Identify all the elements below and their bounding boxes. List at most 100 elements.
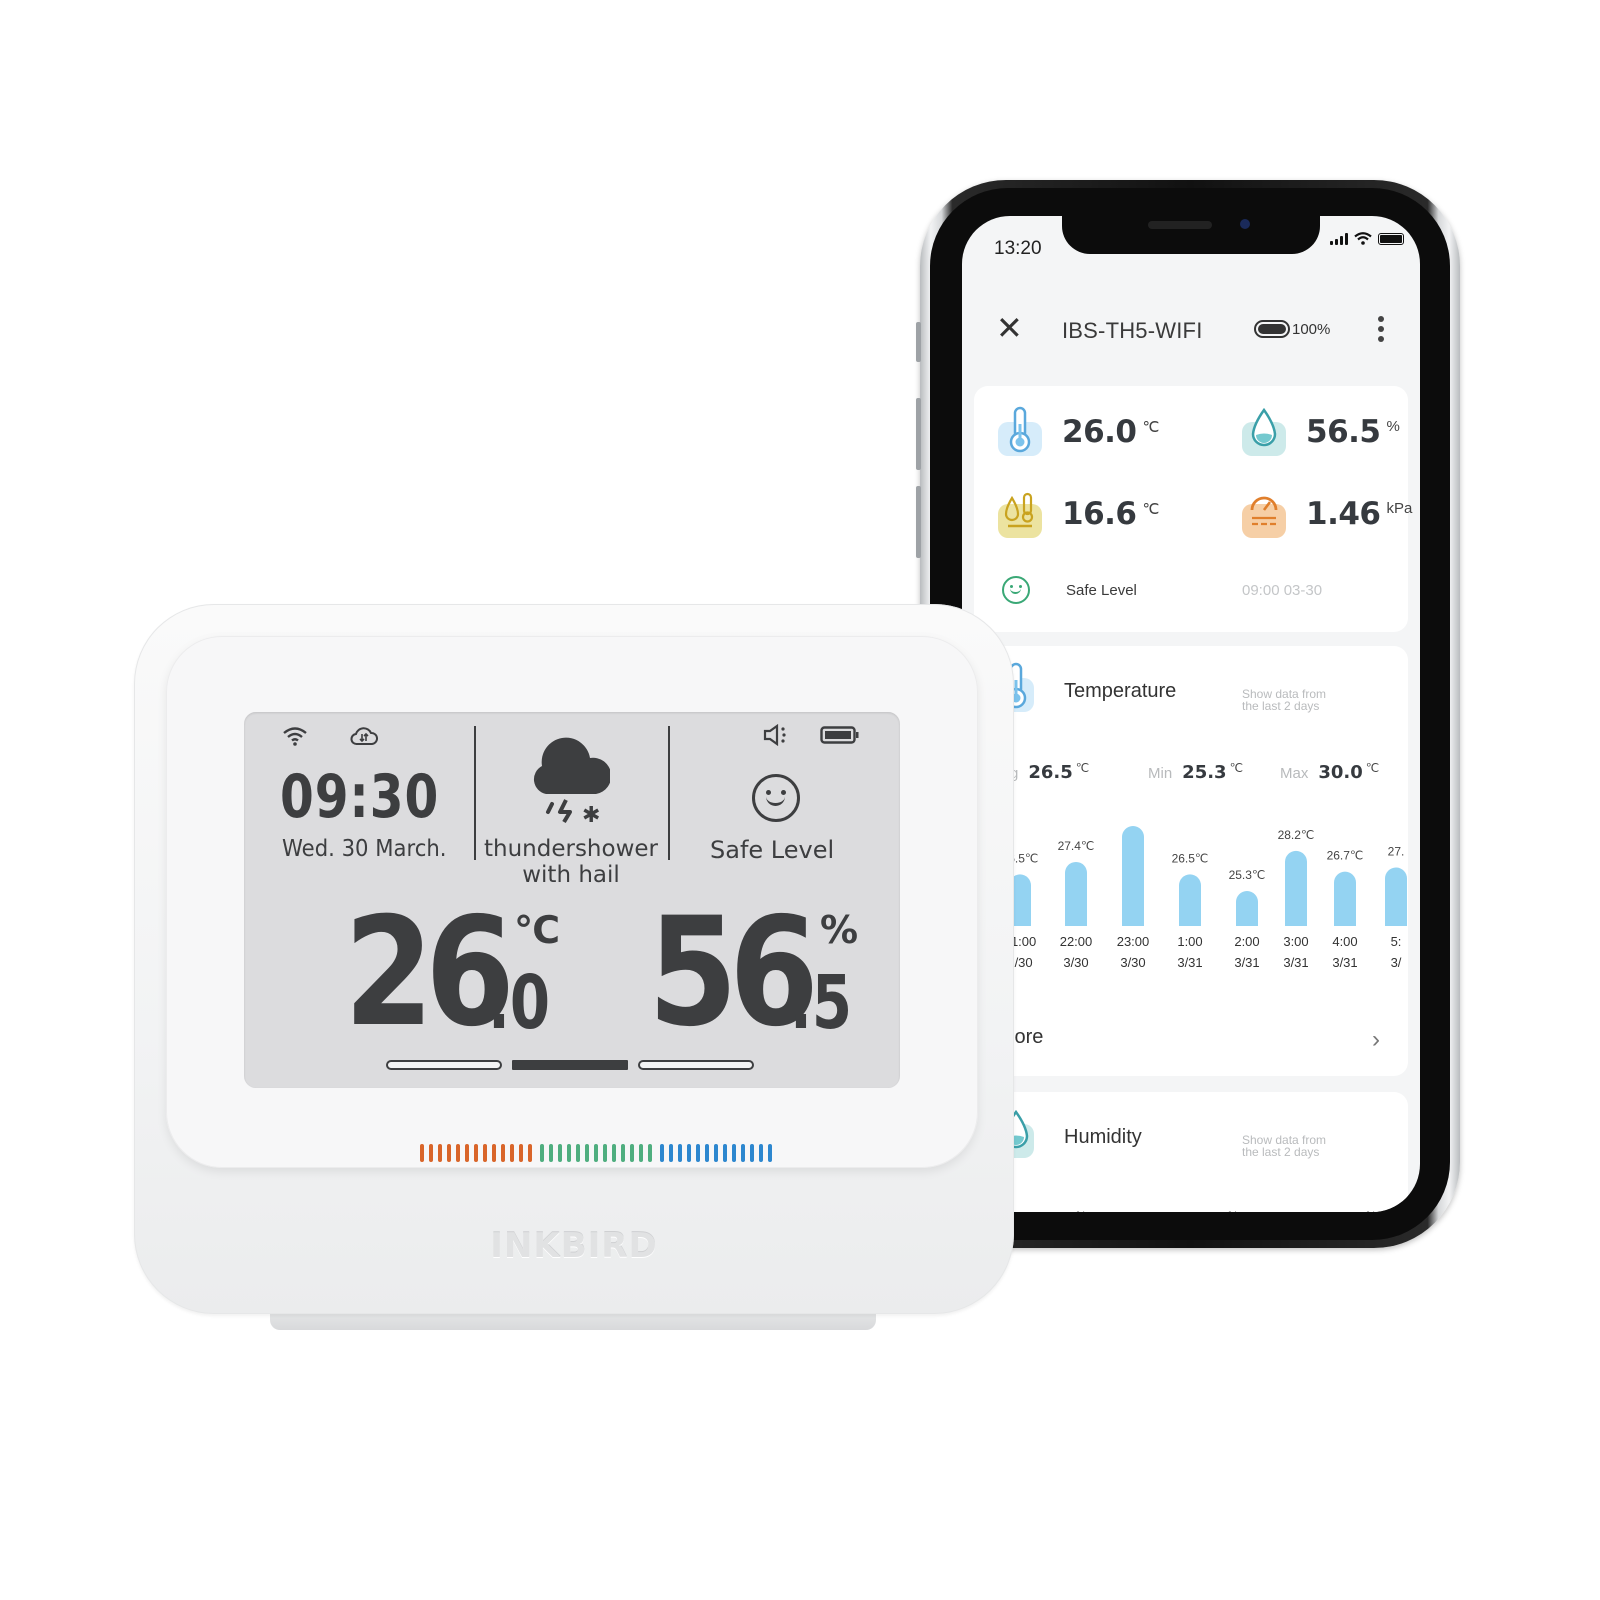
notch bbox=[1062, 216, 1320, 254]
led-segment bbox=[648, 1144, 652, 1162]
device-front-panel: 09:30 Wed. 30 March. ✱ thundershower wit… bbox=[166, 636, 978, 1168]
humidity-unit: % bbox=[1386, 418, 1400, 435]
close-icon: ✕ bbox=[996, 310, 1023, 346]
device-battery-icon bbox=[1254, 320, 1290, 338]
chart-bar bbox=[1285, 850, 1307, 926]
led-segment bbox=[510, 1144, 514, 1162]
temperature-chart-svg: 26.5℃21:003/3027.4℃22:003/3030.0℃23:003/… bbox=[1002, 816, 1407, 970]
led-segment bbox=[519, 1144, 523, 1162]
chart-x-tick-date: 3/31 bbox=[1283, 955, 1308, 970]
comfort-segment-dry bbox=[386, 1060, 502, 1070]
humidity-history-card[interactable]: Humidity Show data from the last 2 days … bbox=[974, 1092, 1408, 1212]
chart-x-tick-date: 3/30 bbox=[1120, 955, 1145, 970]
vpd-unit: kPa bbox=[1386, 500, 1413, 517]
chart-x-tick-time: 23:00 bbox=[1117, 934, 1150, 949]
more-history-link[interactable]: lore › bbox=[974, 1024, 1408, 1060]
cellular-signal-icon bbox=[1330, 232, 1348, 245]
chart-bar-base bbox=[1065, 915, 1087, 926]
led-segment bbox=[687, 1144, 691, 1162]
led-segment bbox=[585, 1144, 589, 1162]
led-segment bbox=[705, 1144, 709, 1162]
thunder-hail-cloud-icon: ✱ bbox=[533, 737, 610, 826]
dew-point-icon bbox=[998, 492, 1042, 538]
chart-bar-base bbox=[1236, 915, 1258, 926]
led-segment bbox=[447, 1144, 451, 1162]
humidity-stats: g 41.3 % Min 53.2 % Max 78.6 % bbox=[974, 1209, 1408, 1212]
status-icons bbox=[1330, 232, 1404, 245]
chart-bar bbox=[1122, 826, 1144, 926]
app-header: ✕ IBS-TH5-WIFI 100% bbox=[962, 304, 1420, 364]
thermometer-icon bbox=[998, 406, 1042, 456]
led-segment bbox=[528, 1144, 532, 1162]
temperature-unit: ℃ bbox=[1142, 419, 1160, 436]
led-segment bbox=[438, 1144, 442, 1162]
temperature-history-card[interactable]: Temperature Show data from the last 2 da… bbox=[974, 646, 1408, 1076]
led-segment bbox=[549, 1144, 553, 1162]
led-segment bbox=[576, 1144, 580, 1162]
brand-logo: INKBIRD bbox=[490, 1226, 658, 1266]
led-segment bbox=[759, 1144, 763, 1162]
close-button[interactable]: ✕ bbox=[996, 312, 1023, 344]
comfort-led-strip bbox=[420, 1144, 780, 1162]
chart-x-tick-time: 3:00 bbox=[1283, 934, 1308, 949]
dew-point-metric: 16.6 ℃ bbox=[998, 492, 1160, 538]
led-segment bbox=[696, 1144, 700, 1162]
led-segment bbox=[594, 1144, 598, 1162]
led-segment bbox=[420, 1144, 424, 1162]
cloud-sync-icon bbox=[350, 727, 378, 745]
more-menu-button[interactable] bbox=[1378, 316, 1384, 342]
volume-up-button bbox=[916, 398, 921, 470]
smile-icon bbox=[752, 774, 800, 822]
device-temperature-unit: ℃ bbox=[514, 908, 561, 952]
device-battery: 100% bbox=[1254, 320, 1330, 338]
humidity-avg: g 41.3 % bbox=[1010, 1209, 1086, 1212]
chart-bar-base bbox=[1122, 915, 1144, 926]
chart-x-tick-date: 3/31 bbox=[1177, 955, 1202, 970]
device-temperature-dec: .0 bbox=[488, 960, 551, 1046]
divider bbox=[668, 726, 670, 860]
svg-text:✱: ✱ bbox=[582, 803, 600, 826]
chart-bar-base bbox=[1334, 915, 1356, 926]
last-updated: 09:00 03-30 bbox=[1242, 582, 1323, 599]
temperature-min: Min 25.3 ℃ bbox=[1148, 761, 1244, 783]
led-segment bbox=[603, 1144, 607, 1162]
status-time: 13:20 bbox=[994, 238, 1042, 259]
water-drop-icon bbox=[1242, 407, 1286, 456]
temperature-max: Max 30.0 ℃ bbox=[1280, 761, 1380, 783]
inkbird-monitor: 09:30 Wed. 30 March. ✱ thundershower wit… bbox=[134, 604, 1014, 1314]
led-segment bbox=[540, 1144, 544, 1162]
led-group-warm bbox=[420, 1144, 532, 1162]
more-label: lore bbox=[1010, 1026, 1044, 1048]
led-group-cool bbox=[660, 1144, 772, 1162]
chevron-right-icon: › bbox=[1372, 1026, 1380, 1053]
front-camera bbox=[1240, 219, 1250, 229]
eink-display: 09:30 Wed. 30 March. ✱ thundershower wit… bbox=[244, 712, 900, 1088]
device-date: Wed. 30 March. bbox=[282, 836, 447, 862]
weather-condition: thundershower with hail bbox=[483, 836, 658, 888]
chart-x-tick-date: 3/31 bbox=[1234, 955, 1259, 970]
chart-data-label: 26.5℃ bbox=[1172, 851, 1209, 865]
wifi-icon bbox=[283, 727, 307, 746]
led-segment bbox=[630, 1144, 634, 1162]
led-segment bbox=[456, 1144, 460, 1162]
dew-point-unit: ℃ bbox=[1142, 501, 1160, 518]
temperature-range-note: Show data from the last 2 days bbox=[1242, 687, 1327, 713]
chart-x-tick-date: 3/ bbox=[1391, 955, 1402, 970]
temperature-bar-chart: 26.5℃21:003/3027.4℃22:003/3030.0℃23:003/… bbox=[974, 816, 1408, 1006]
safe-level-row: Safe Level bbox=[1002, 576, 1137, 604]
temperature-avg: g 26.5 ℃ bbox=[1010, 761, 1090, 783]
speaker-icon bbox=[763, 724, 786, 746]
chart-x-tick-time: 1:00 bbox=[1177, 934, 1202, 949]
temperature-stats: g 26.5 ℃ Min 25.3 ℃ Max 30.0 ℃ bbox=[974, 761, 1408, 792]
temperature-metric: 26.0 ℃ bbox=[998, 406, 1160, 456]
chart-data-label: 26.7℃ bbox=[1327, 849, 1364, 863]
humidity-section-header: Humidity bbox=[1002, 1109, 1142, 1158]
chart-bar-base bbox=[1179, 915, 1201, 926]
comfort-segment-comfortable bbox=[512, 1060, 628, 1070]
led-segment bbox=[639, 1144, 643, 1162]
chart-bar-base bbox=[1385, 915, 1407, 926]
led-segment bbox=[714, 1144, 718, 1162]
chart-data-label: 27. bbox=[1388, 844, 1405, 858]
device-humidity-dec: .5 bbox=[790, 960, 853, 1046]
led-segment bbox=[669, 1144, 673, 1162]
